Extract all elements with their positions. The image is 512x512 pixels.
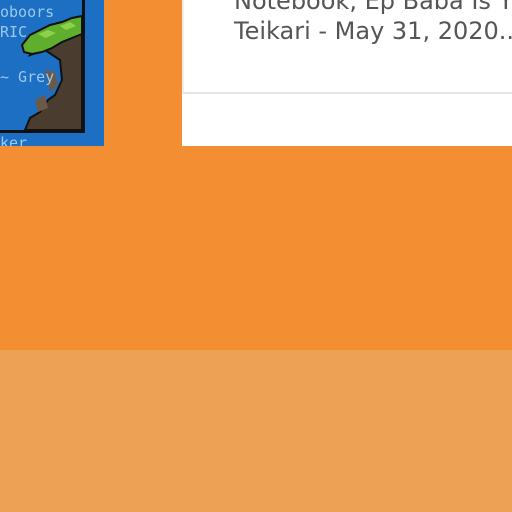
footer-band [0, 350, 512, 512]
thumbnail-text: oboors [0, 3, 55, 21]
article-title[interactable]: Notebook, Ep Baba Is Y [234, 0, 512, 13]
article-thumbnail[interactable]: oboors RIC ~ Grey ker [0, 0, 104, 146]
thumbnail-text: ~ Grey [0, 68, 55, 86]
article-card[interactable]: Notebook, Ep Baba Is Y Teikari - May 31,… [182, 0, 512, 146]
article-card-body: Notebook, Ep Baba Is Y Teikari - May 31,… [182, 0, 512, 94]
thumbnail-text: ker [0, 134, 28, 147]
article-byline: Teikari - May 31, 2020... [234, 17, 512, 45]
page: oboors RIC ~ Grey ker Notebook, Ep Baba … [0, 0, 512, 512]
thumbnail-text: RIC [0, 23, 28, 41]
